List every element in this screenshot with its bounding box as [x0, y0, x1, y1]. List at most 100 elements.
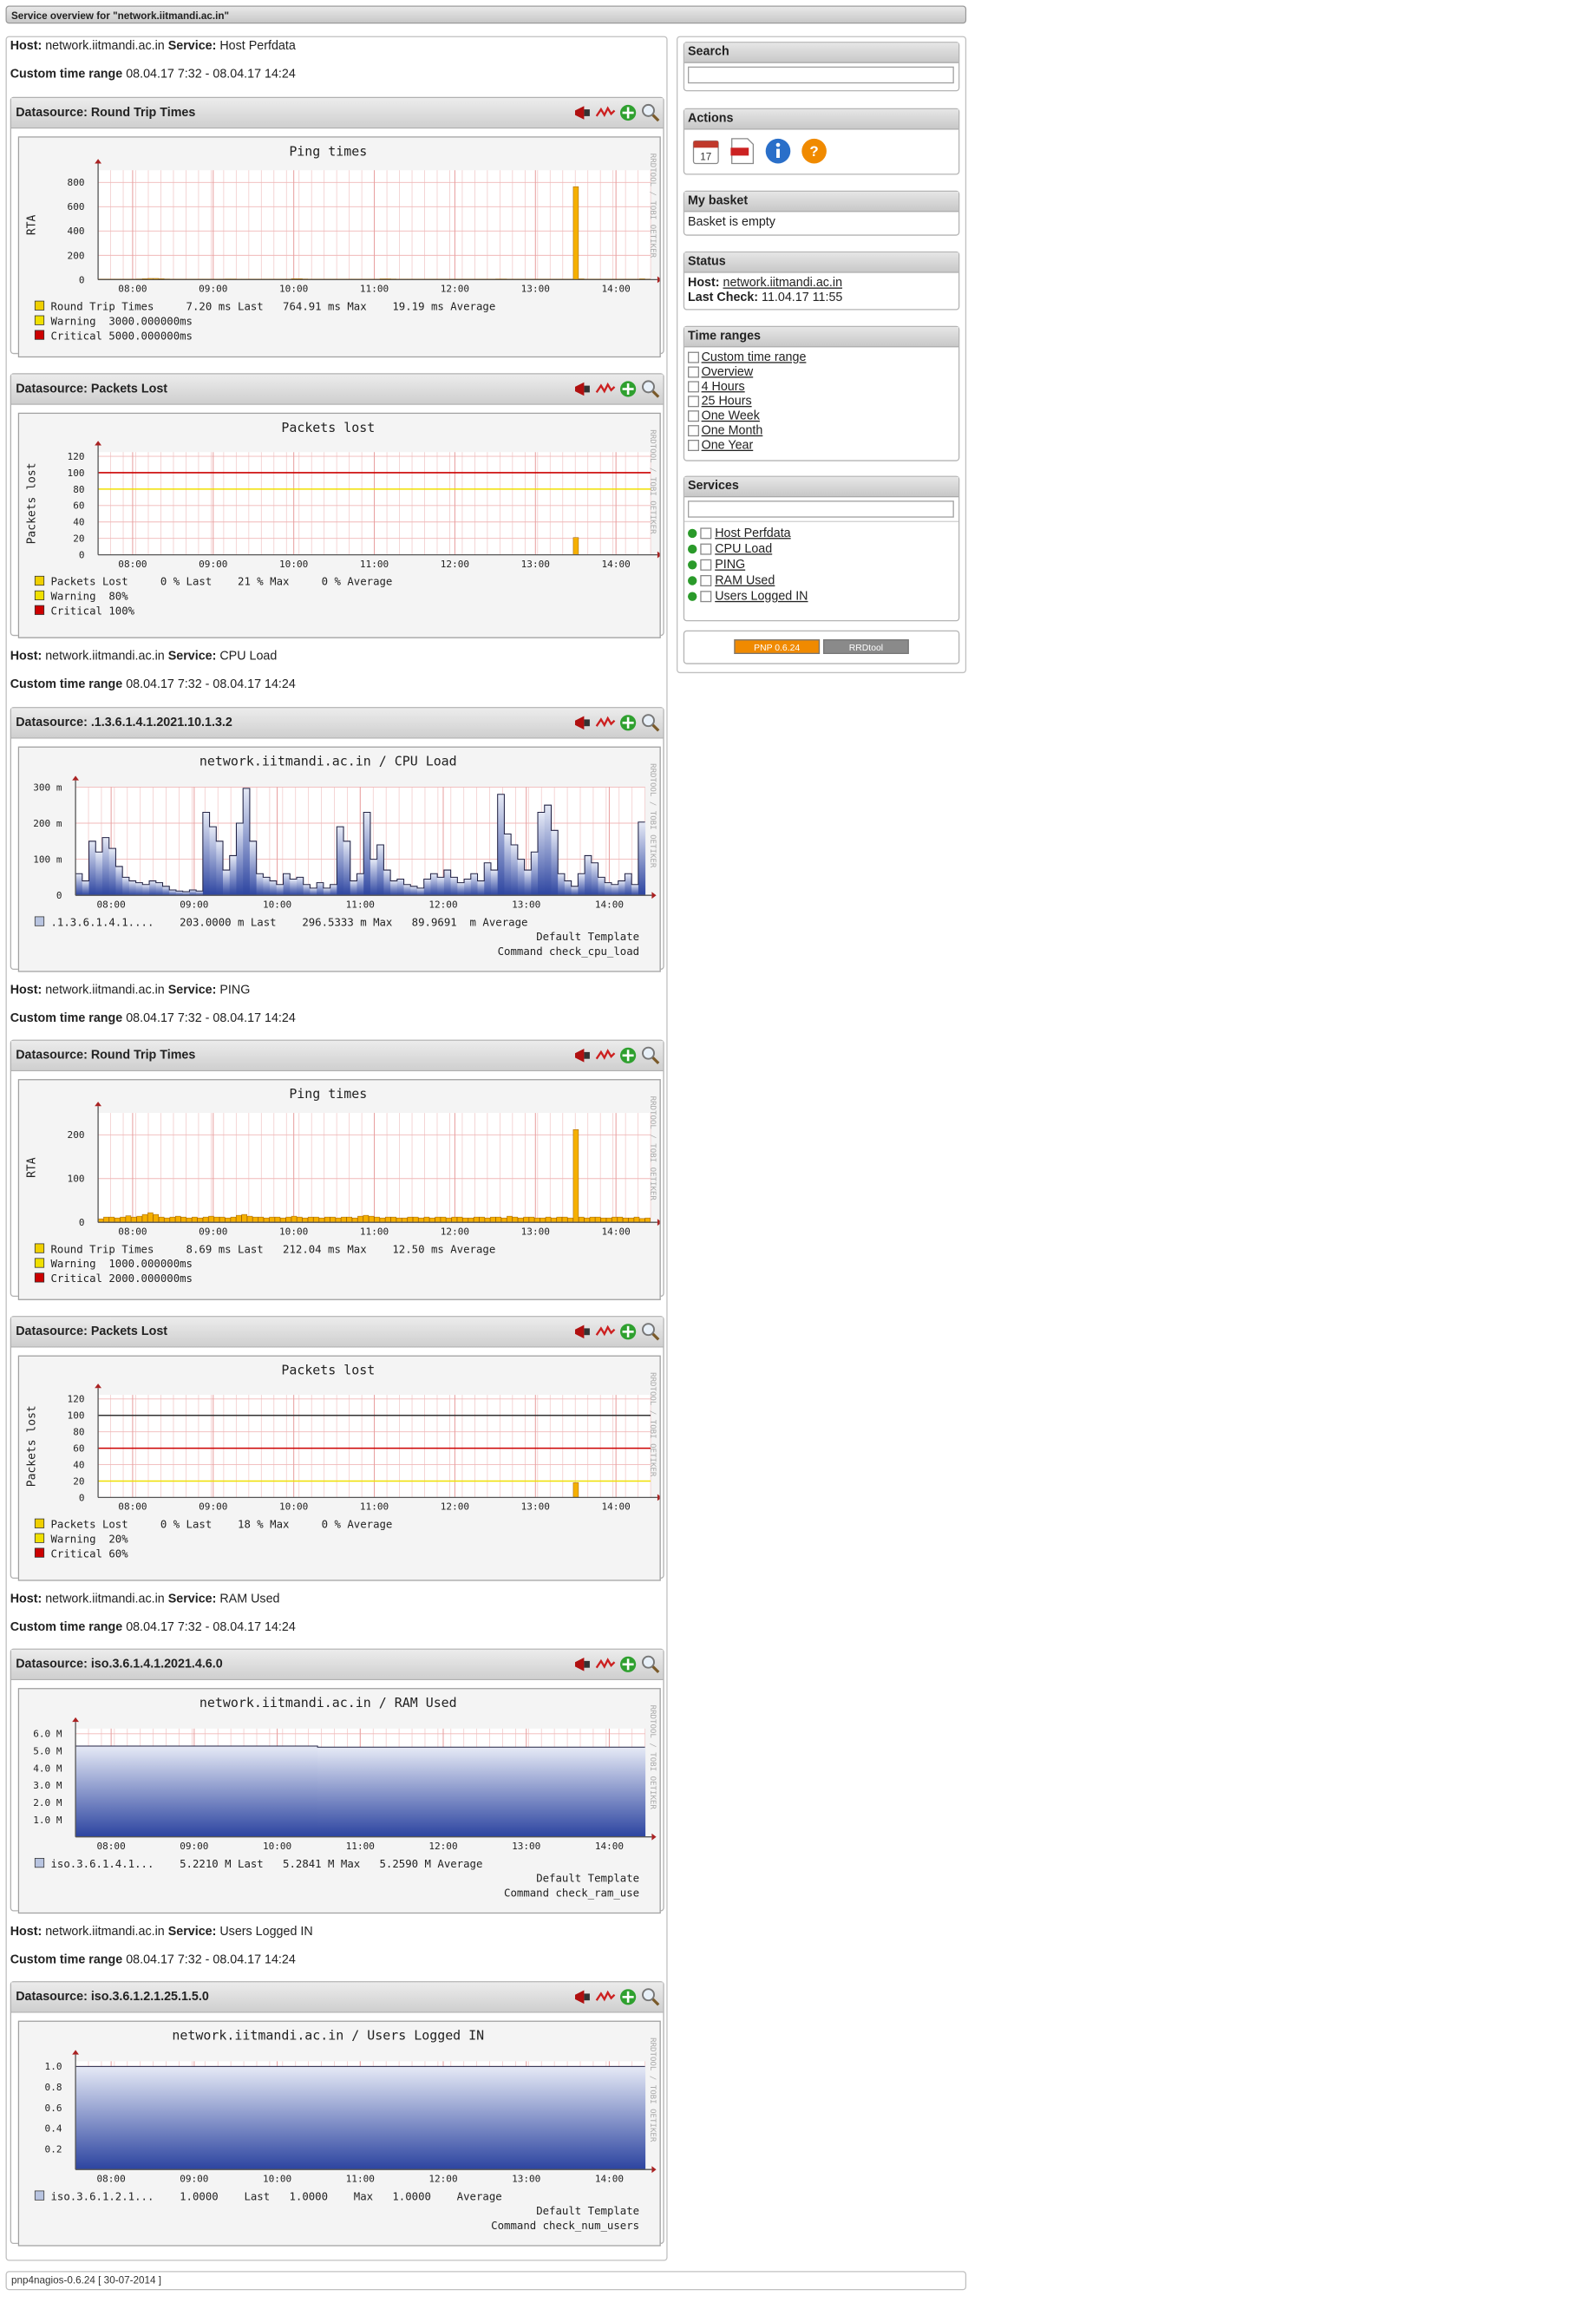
time-range-link[interactable]: Custom time range	[702, 350, 807, 364]
zoom-icon[interactable]	[640, 1045, 660, 1065]
graph-image[interactable]: Ping times RRDTOOL / TOBI OETIKER RTA 800 60…	[17, 136, 661, 358]
link-icon	[688, 381, 699, 393]
service-link[interactable]: CPU Load	[715, 542, 772, 556]
time-range-link[interactable]: One Week	[702, 409, 760, 423]
y-tick-label: 40	[73, 1459, 84, 1470]
x-tick-label: 11:00	[346, 2174, 375, 2185]
zoom-icon[interactable]	[640, 713, 660, 733]
add-icon[interactable]	[618, 102, 638, 122]
trend-icon[interactable]	[595, 379, 616, 399]
graph-image[interactable]: Packets lost RRDTOOL / TOBI OETIKER Packet…	[17, 412, 661, 638]
add-icon[interactable]	[618, 713, 638, 733]
data-bar	[208, 1215, 214, 1223]
legend-entry: Round Trip Times 7.20 ms Last 764.91 ms …	[50, 300, 495, 312]
data-area-segment	[167, 2066, 176, 2170]
data-area-segment	[376, 844, 384, 896]
zoom-icon[interactable]	[640, 1322, 660, 1342]
add-icon[interactable]	[618, 1654, 638, 1674]
megaphone-icon[interactable]	[572, 1045, 592, 1065]
service-filter-input[interactable]	[688, 500, 954, 518]
service-item[interactable]: Users Logged IN	[688, 589, 955, 605]
time-range-link[interactable]: 4 Hours	[702, 380, 745, 394]
time-range-item[interactable]: Custom time range	[688, 350, 955, 365]
time-range-link[interactable]: One Year	[702, 439, 754, 453]
datasource-label: Datasource: Round Trip Times	[16, 1049, 196, 1063]
zoom-icon[interactable]	[640, 379, 660, 399]
megaphone-icon[interactable]	[572, 1987, 592, 2007]
time-range-link[interactable]: Overview	[702, 365, 754, 379]
data-area-segment	[559, 1747, 567, 1837]
add-icon[interactable]	[618, 1322, 638, 1342]
graph-title: Packets lost	[281, 420, 375, 435]
rrdtool-watermark: RRDTOOL / TOBI OETIKER	[648, 154, 657, 258]
trend-icon[interactable]	[595, 1654, 616, 1674]
zoom-icon[interactable]	[640, 1987, 660, 2007]
x-tick-label: 08:00	[118, 284, 147, 295]
trend-icon[interactable]	[595, 1987, 616, 2007]
megaphone-icon[interactable]	[572, 102, 592, 122]
graph-svg: network.iitmandi.ac.in / Users Logged IN…	[19, 2021, 660, 2246]
service-link[interactable]: Host Perfdata	[715, 527, 790, 540]
trend-icon[interactable]	[595, 713, 616, 733]
pdf-icon[interactable]	[726, 136, 757, 166]
search-input[interactable]	[688, 66, 954, 84]
time-range-item[interactable]: Overview	[688, 365, 955, 380]
service-item[interactable]: PING	[688, 557, 955, 572]
megaphone-icon[interactable]	[572, 1322, 592, 1342]
trend-icon[interactable]	[595, 102, 616, 122]
graph-image[interactable]: Packets lost RRDTOOL / TOBI OETIKER Packet…	[17, 1355, 661, 1581]
time-range-item[interactable]: 4 Hours	[688, 380, 955, 395]
trend-icon[interactable]	[595, 1322, 616, 1342]
x-tick-label: 09:00	[180, 2174, 208, 2185]
service-item[interactable]: CPU Load	[688, 541, 955, 557]
time-range-item[interactable]: One Month	[688, 424, 955, 439]
data-area-segment	[283, 873, 291, 896]
graph-footnote: Command check_num_users	[491, 2220, 639, 2232]
megaphone-icon[interactable]	[572, 379, 592, 399]
y-tick-label: 4.0 M	[33, 1763, 62, 1774]
time-range-item[interactable]: One Week	[688, 409, 955, 424]
time-range-s3: Custom time range 08.04.17 7:32 - 08.04.…	[10, 1011, 296, 1025]
time-range-item[interactable]: One Year	[688, 439, 955, 454]
add-icon[interactable]	[618, 1045, 638, 1065]
service-link[interactable]: RAM Used	[715, 574, 775, 588]
add-icon[interactable]	[618, 1987, 638, 2007]
graph-image[interactable]: network.iitmandi.ac.in / Users Logged IN…	[17, 2020, 661, 2247]
graph-image[interactable]: Ping times RRDTOOL / TOBI OETIKER RTA 200 10…	[17, 1079, 661, 1300]
data-area-segment	[381, 2066, 389, 2170]
zoom-icon[interactable]	[640, 1654, 660, 1674]
data-bar	[451, 1216, 458, 1223]
trend-icon[interactable]	[595, 1045, 616, 1065]
service-link[interactable]: PING	[715, 558, 745, 572]
info-icon[interactable]	[762, 136, 794, 166]
data-bar	[153, 1213, 160, 1223]
data-area-segment	[182, 2066, 190, 2170]
data-area-segment	[263, 877, 271, 896]
y-tick-label: 0.8	[45, 2082, 62, 2093]
megaphone-icon[interactable]	[572, 1654, 592, 1674]
megaphone-icon[interactable]	[572, 713, 592, 733]
time-range-link[interactable]: 25 Hours	[702, 395, 752, 409]
help-icon[interactable]: ?	[798, 136, 829, 166]
graph-image[interactable]: network.iitmandi.ac.in / CPU Load RRDTOOL…	[17, 746, 661, 972]
basket-text: Basket is empty	[688, 215, 775, 229]
service-item[interactable]: Host Perfdata	[688, 526, 955, 541]
data-bar	[302, 1217, 309, 1223]
legend-entry: iso.3.6.1.4.1... 5.2210 M Last 5.2841 M …	[50, 1858, 482, 1870]
host-name: network.iitmandi.ac.in	[45, 1925, 165, 1939]
add-icon[interactable]	[618, 379, 638, 399]
zoom-icon[interactable]	[640, 102, 660, 122]
service-item[interactable]: RAM Used	[688, 572, 955, 588]
data-area-segment	[544, 805, 552, 896]
calendar-icon[interactable]: 17	[690, 136, 722, 166]
data-bar	[402, 1217, 408, 1223]
graph-image[interactable]: network.iitmandi.ac.in / RAM Used RRDTOOL…	[17, 1688, 661, 1914]
legend-swatch	[34, 300, 45, 311]
data-area-segment	[95, 852, 103, 896]
data-bar	[556, 1216, 563, 1223]
status-host-link[interactable]: network.iitmandi.ac.in	[723, 277, 843, 291]
service-link[interactable]: Users Logged IN	[715, 590, 808, 604]
time-range-link[interactable]: One Month	[702, 424, 763, 438]
legend-entry: Packets Lost 0 % Last 21 % Max 0 % Avera…	[50, 576, 392, 588]
time-range-item[interactable]: 25 Hours	[688, 395, 955, 409]
